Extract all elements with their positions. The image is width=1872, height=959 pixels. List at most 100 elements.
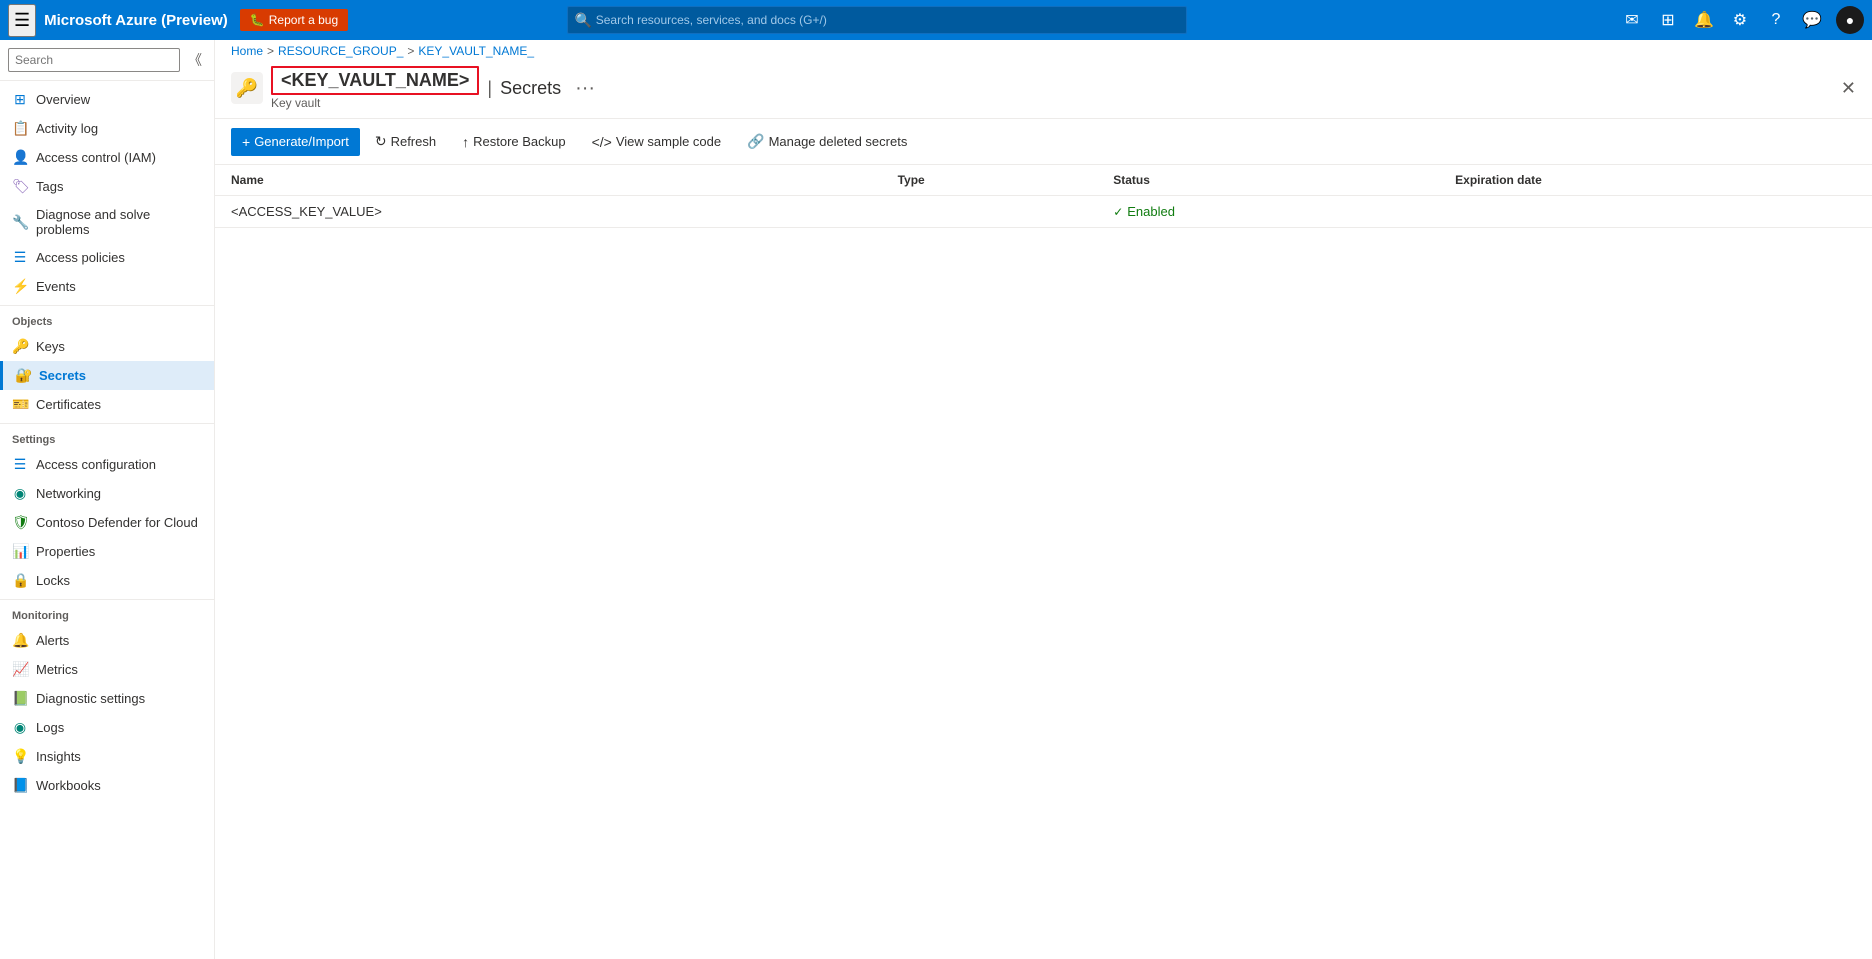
title-separator: | (487, 78, 492, 99)
sidebar-item-label: Properties (36, 544, 95, 559)
sidebar-item-properties[interactable]: 📊 Properties (0, 537, 214, 566)
defender-icon: 🛡 (12, 514, 28, 531)
sidebar-item-access-policies[interactable]: ☰ Access policies (0, 243, 214, 272)
restore-backup-button[interactable]: ↑ Restore Backup (451, 128, 577, 156)
breadcrumb-resource-group[interactable]: RESOURCE_GROUP_ (278, 44, 403, 58)
toolbar: + Generate/Import ↻ Refresh ↑ Restore Ba… (215, 119, 1872, 165)
table-header-row: Name Type Status Expiration date (215, 165, 1872, 196)
sidebar-item-workbooks[interactable]: 📘 Workbooks (0, 771, 214, 800)
overview-icon: ⊞ (12, 91, 28, 108)
sidebar-item-label: Diagnose and solve problems (36, 207, 202, 237)
sidebar-item-logs[interactable]: ◉ Logs (0, 713, 214, 742)
topbar-icons: ✉ ⊞ 🔔 ⚙ ? 💬 ● (1616, 4, 1864, 36)
logs-icon: ◉ (12, 719, 28, 736)
feedback-icon-button[interactable]: 💬 (1796, 4, 1828, 36)
sidebar-item-access-control[interactable]: 👤 Access control (IAM) (0, 143, 214, 172)
generate-import-button[interactable]: + Generate/Import (231, 128, 360, 156)
events-icon: ⚡ (12, 278, 28, 295)
certificates-icon: 🎫 (12, 396, 28, 413)
monitoring-section-label: Monitoring (0, 599, 214, 626)
access-policies-icon: ☰ (12, 249, 28, 266)
sidebar-item-label: Secrets (39, 368, 86, 383)
directory-icon-button[interactable]: ⊞ (1652, 4, 1684, 36)
sidebar-item-tags[interactable]: 🏷 Tags (0, 172, 214, 201)
enabled-check-icon: ✓ (1113, 205, 1123, 219)
properties-icon: 📊 (12, 543, 28, 560)
diagnostic-settings-icon: 📗 (12, 690, 28, 707)
sidebar-item-label: Access policies (36, 250, 125, 265)
email-icon-button[interactable]: ✉ (1616, 4, 1648, 36)
sidebar-item-label: Overview (36, 92, 90, 107)
sidebar-item-alerts[interactable]: 🔔 Alerts (0, 626, 214, 655)
sidebar-item-certificates[interactable]: 🎫 Certificates (0, 390, 214, 419)
col-header-name[interactable]: Name (215, 165, 882, 196)
table-row[interactable]: <ACCESS_KEY_VALUE> ✓ Enabled (215, 196, 1872, 228)
sidebar-item-keys[interactable]: 🔑 Keys (0, 332, 214, 361)
sidebar-item-metrics[interactable]: 📈 Metrics (0, 655, 214, 684)
access-control-icon: 👤 (12, 149, 28, 166)
sidebar-item-overview[interactable]: ⊞ Overview (0, 85, 214, 114)
sidebar-item-label: Keys (36, 339, 65, 354)
breadcrumb-home[interactable]: Home (231, 44, 263, 58)
sidebar-search-input[interactable] (8, 48, 180, 72)
breadcrumb-key-vault[interactable]: KEY_VAULT_NAME_ (418, 44, 534, 58)
secrets-icon: 🔐 (15, 367, 31, 384)
alerts-icon: 🔔 (12, 632, 28, 649)
sidebar: 《 ⊞ Overview 📋 Activity log 👤 Access con… (0, 40, 215, 959)
sidebar-item-networking[interactable]: ◉ Networking (0, 479, 214, 508)
breadcrumb: Home > RESOURCE_GROUP_ > KEY_VAULT_NAME_ (215, 40, 1872, 62)
secrets-table-container: Name Type Status Expiration date <ACCESS… (215, 165, 1872, 959)
sidebar-item-activity-log[interactable]: 📋 Activity log (0, 114, 214, 143)
refresh-button[interactable]: ↻ Refresh (364, 127, 447, 156)
help-icon-button[interactable]: ? (1760, 4, 1792, 36)
sidebar-item-label: Logs (36, 720, 64, 735)
user-avatar[interactable]: ● (1836, 6, 1864, 34)
sidebar-item-locks[interactable]: 🔒 Locks (0, 566, 214, 595)
col-header-type[interactable]: Type (882, 165, 1098, 196)
activity-log-icon: 📋 (12, 120, 28, 137)
sidebar-item-contoso-defender[interactable]: 🛡 Contoso Defender for Cloud (0, 508, 214, 537)
page-more-button[interactable]: ··· (569, 78, 601, 98)
plus-icon: + (242, 134, 250, 150)
keys-icon: 🔑 (12, 338, 28, 355)
metrics-icon: 📈 (12, 661, 28, 678)
report-bug-button[interactable]: 🐛 Report a bug (240, 9, 348, 31)
locks-icon: 🔒 (12, 572, 28, 589)
sidebar-search-bar: 《 (0, 40, 214, 81)
cell-type (882, 196, 1098, 228)
sidebar-item-label: Activity log (36, 121, 98, 136)
page-title-row: 🔑 <KEY_VAULT_NAME> Key vault | Secrets ·… (215, 62, 1872, 119)
settings-icon-button[interactable]: ⚙ (1724, 4, 1756, 36)
settings-section-label: Settings (0, 423, 214, 450)
main-layout: 《 ⊞ Overview 📋 Activity log 👤 Access con… (0, 40, 1872, 959)
search-icon: 🔍 (575, 12, 592, 29)
hamburger-menu-button[interactable]: ☰ (8, 4, 36, 37)
col-header-status[interactable]: Status (1097, 165, 1439, 196)
notification-icon-button[interactable]: 🔔 (1688, 4, 1720, 36)
sidebar-item-diagnostic-settings[interactable]: 📗 Diagnostic settings (0, 684, 214, 713)
page-subtitle: Key vault (271, 96, 479, 110)
topbar: ☰ Microsoft Azure (Preview) 🐛 Report a b… (0, 0, 1872, 40)
sidebar-item-diagnose[interactable]: 🔧 Diagnose and solve problems (0, 201, 214, 243)
diagnose-icon: 🔧 (12, 214, 28, 231)
view-sample-code-button[interactable]: </> View sample code (581, 128, 733, 156)
col-header-expiration[interactable]: Expiration date (1439, 165, 1872, 196)
manage-deleted-secrets-button[interactable]: 🔗 Manage deleted secrets (736, 127, 918, 156)
sidebar-collapse-button[interactable]: 《 (184, 48, 206, 72)
manage-icon: 🔗 (747, 133, 764, 150)
objects-section-label: Objects (0, 305, 214, 332)
sidebar-item-label: Alerts (36, 633, 69, 648)
sidebar-item-label: Access configuration (36, 457, 156, 472)
sidebar-item-insights[interactable]: 💡 Insights (0, 742, 214, 771)
sidebar-item-label: Certificates (36, 397, 101, 412)
status-text: Enabled (1127, 204, 1175, 219)
breadcrumb-sep: > (407, 44, 414, 58)
sidebar-item-events[interactable]: ⚡ Events (0, 272, 214, 301)
page-close-button[interactable]: ✕ (1841, 78, 1856, 99)
sidebar-item-label: Events (36, 279, 76, 294)
brand-label: Microsoft Azure (Preview) (44, 12, 228, 29)
global-search-input[interactable] (567, 6, 1187, 34)
sidebar-item-secrets[interactable]: 🔐 Secrets (0, 361, 214, 390)
sidebar-item-access-config[interactable]: ☰ Access configuration (0, 450, 214, 479)
refresh-icon: ↻ (375, 133, 387, 150)
